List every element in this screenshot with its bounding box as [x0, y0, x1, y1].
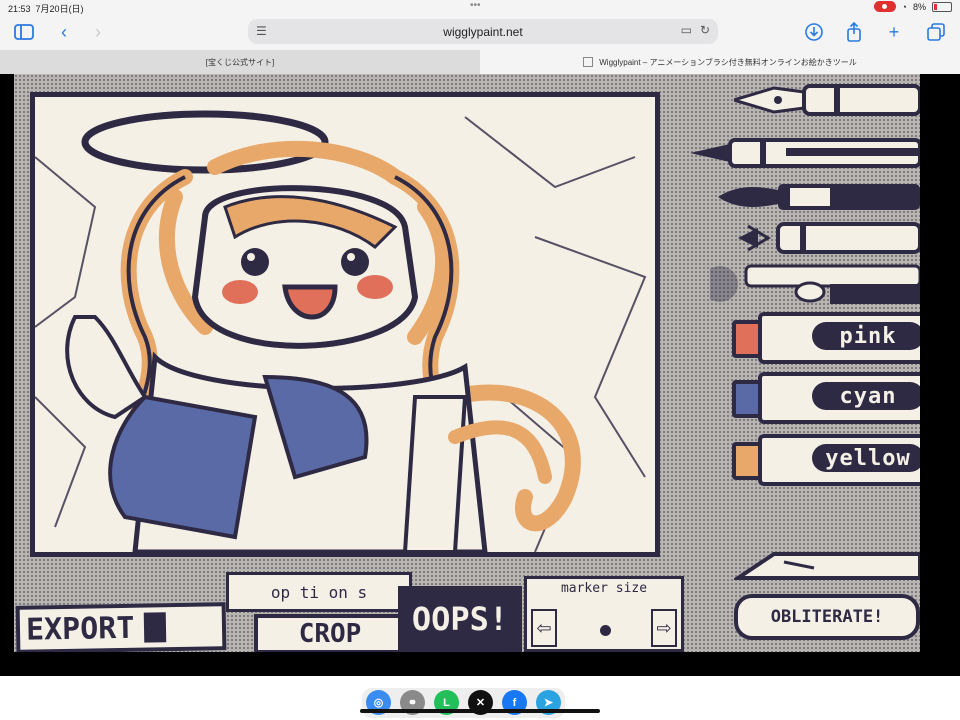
battery-icon	[932, 1, 952, 12]
status-bar: 21:53 7月20日(日) ••• ◔ 8%	[0, 0, 960, 14]
browser-toolbar: ‹ › ☰ wigglypaint.net ▭ ↻ +	[0, 14, 960, 50]
pink-marker-label: pink	[812, 322, 920, 350]
drawing-canvas[interactable]	[35, 97, 655, 552]
tab-strip: [宝くじ公式サイト] ✕ Wigglypaint – アニメーションブラシ付き無…	[0, 50, 960, 74]
multitask-dots[interactable]: •••	[470, 0, 481, 11]
back-icon[interactable]: ‹	[52, 20, 76, 44]
crop-label: CROP	[298, 619, 362, 649]
marker-size-preview	[600, 625, 611, 636]
share-row: ◎ ⚭ L ✕ f ➤	[362, 688, 565, 718]
yellow-marker-tool[interactable]: yellow	[732, 432, 920, 486]
drawing-canvas-frame	[30, 92, 660, 557]
marker-size-control: marker size ⇦ ⇨	[524, 576, 684, 652]
cyan-marker-label: cyan	[812, 382, 920, 410]
status-right: ◔ 8%	[873, 1, 952, 12]
home-indicator[interactable]	[360, 709, 600, 713]
fineliner-pen-tool[interactable]	[690, 134, 920, 172]
eraser-tool[interactable]	[731, 548, 920, 584]
increase-size-arrow-icon[interactable]: ⇨	[651, 609, 677, 647]
download-icon[interactable]	[802, 20, 826, 44]
canvas-artwork	[35, 97, 655, 552]
reader-icon[interactable]: ▭	[681, 23, 692, 37]
cyan-marker-tool[interactable]: cyan	[732, 370, 920, 424]
wigglypaint-app: pink cyan yellow EXPORT op ti on s CROP …	[14, 74, 920, 652]
export-label: EXPORT	[25, 610, 135, 648]
oops-label: OOPS!	[411, 600, 509, 638]
tab-label: [宝くじ公式サイト]	[205, 57, 275, 67]
share-icon[interactable]	[842, 20, 866, 44]
new-tab-icon[interactable]: +	[882, 20, 906, 44]
yellow-marker-label: yellow	[812, 444, 920, 472]
options-button[interactable]: op ti on s	[226, 572, 412, 612]
reload-icon[interactable]: ↻	[700, 23, 710, 37]
sidebar-icon[interactable]	[12, 20, 36, 44]
address-bar[interactable]: ☰ wigglypaint.net ▭ ↻	[248, 19, 718, 44]
spray-brush-tool[interactable]	[738, 218, 920, 258]
decrease-size-arrow-icon[interactable]: ⇦	[531, 609, 557, 647]
floppy-icon	[144, 612, 167, 643]
fountain-pen-tool[interactable]	[728, 78, 920, 122]
tab-label: Wigglypaint – アニメーションブラシ付き無料オンラインお絵かきツール	[599, 57, 857, 67]
tabs-overview-icon[interactable]	[924, 20, 948, 44]
page-margin	[920, 74, 960, 652]
obliterate-button[interactable]: OBLITERATE!	[734, 594, 920, 640]
crop-button[interactable]: CROP	[254, 614, 406, 652]
battery-percent: 8%	[912, 1, 926, 12]
tab-wigglypaint[interactable]: Wigglypaint – アニメーションブラシ付き無料オンラインお絵かきツール	[480, 50, 960, 74]
url-text: wigglypaint.net	[443, 25, 523, 39]
airbrush-tool[interactable]	[702, 262, 920, 306]
tab-favicon	[583, 57, 594, 67]
undo-button[interactable]: OOPS!	[398, 586, 522, 652]
export-button[interactable]: EXPORT	[15, 602, 227, 652]
obliterate-label: OBLITERATE!	[770, 607, 884, 627]
marker-size-label: marker size	[560, 581, 648, 596]
brush-pen-tool[interactable]	[718, 178, 920, 216]
forward-icon[interactable]: ›	[86, 20, 110, 44]
pink-marker-tool[interactable]: pink	[732, 310, 920, 364]
tab-takarakuji[interactable]: [宝くじ公式サイト]	[0, 50, 480, 74]
wifi-icon: ◔	[901, 1, 907, 12]
screen-record-icon	[873, 1, 896, 12]
options-label: op ti on s	[270, 582, 368, 602]
